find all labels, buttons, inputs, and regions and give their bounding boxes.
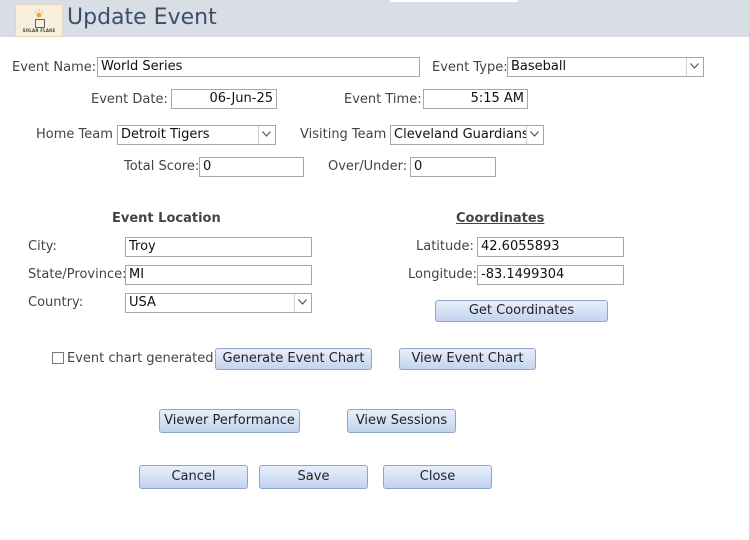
home-team-label: Home Team [36,127,113,142]
close-button[interactable]: Close [383,465,492,489]
visiting-team-dropdown-button[interactable] [526,126,543,144]
event-date-label: Event Date: [91,92,168,107]
coordinates-heading: Coordinates [456,211,545,226]
country-label: Country: [28,295,84,310]
home-team-value: Detroit Tigers [121,127,210,142]
state-field[interactable]: MI [125,265,312,285]
logo-text: SOLAR FLARE [22,28,56,33]
country-value: USA [129,295,156,310]
over-under-label: Over/Under: [328,159,408,174]
total-score-label: Total Score: [124,159,200,174]
chevron-down-icon [262,131,271,137]
chevron-down-icon [298,299,307,305]
can-icon [35,19,45,28]
over-under-field[interactable]: 0 [410,157,496,177]
country-dropdown-button[interactable] [294,294,311,312]
city-field[interactable]: Troy [125,237,312,257]
home-team-select[interactable]: Detroit Tigers [117,125,276,145]
header-strip [390,0,518,2]
home-team-dropdown-button[interactable] [258,126,275,144]
longitude-label: Longitude: [408,267,478,282]
sun-icon [34,9,44,18]
viewer-performance-button[interactable]: Viewer Performance [159,409,300,433]
total-score-field[interactable]: 0 [199,157,304,177]
event-type-label: Event Type: [432,60,508,75]
visiting-team-select[interactable]: Cleveland Guardians [390,125,544,145]
event-name-field[interactable]: World Series [97,57,420,77]
event-time-field[interactable]: 5:15 AM [423,89,528,109]
view-event-chart-button[interactable]: View Event Chart [399,348,536,370]
chevron-down-icon [690,63,699,69]
event-time-label: Event Time: [344,92,422,107]
event-name-label: Event Name: [12,60,97,75]
event-type-value: Baseball [511,59,567,74]
form-header: SOLAR FLARE Update Event [0,0,749,37]
country-select[interactable]: USA [125,293,312,313]
state-label: State/Province: [28,267,127,282]
city-label: City: [28,239,57,254]
latitude-field[interactable]: 42.6055893 [477,237,624,257]
generate-event-chart-button[interactable]: Generate Event Chart [215,348,372,370]
visiting-team-label: Visiting Team [300,127,387,142]
visiting-team-value: Cleveland Guardians [394,127,529,142]
event-date-field[interactable]: 06-Jun-25 [171,89,277,109]
event-chart-generated-label: Event chart generated [67,351,214,366]
cancel-button[interactable]: Cancel [139,465,248,489]
save-button[interactable]: Save [259,465,368,489]
latitude-label: Latitude: [416,239,474,254]
event-location-heading: Event Location [112,211,221,226]
event-chart-generated-checkbox[interactable] [52,352,64,364]
view-sessions-button[interactable]: View Sessions [347,409,456,433]
app-logo: SOLAR FLARE [15,4,63,37]
event-type-dropdown-button[interactable] [686,58,703,76]
event-type-select[interactable]: Baseball [507,57,704,77]
longitude-field[interactable]: -83.1499304 [477,265,624,285]
get-coordinates-button[interactable]: Get Coordinates [435,300,608,322]
page-title: Update Event [67,5,217,30]
chevron-down-icon [530,131,539,137]
